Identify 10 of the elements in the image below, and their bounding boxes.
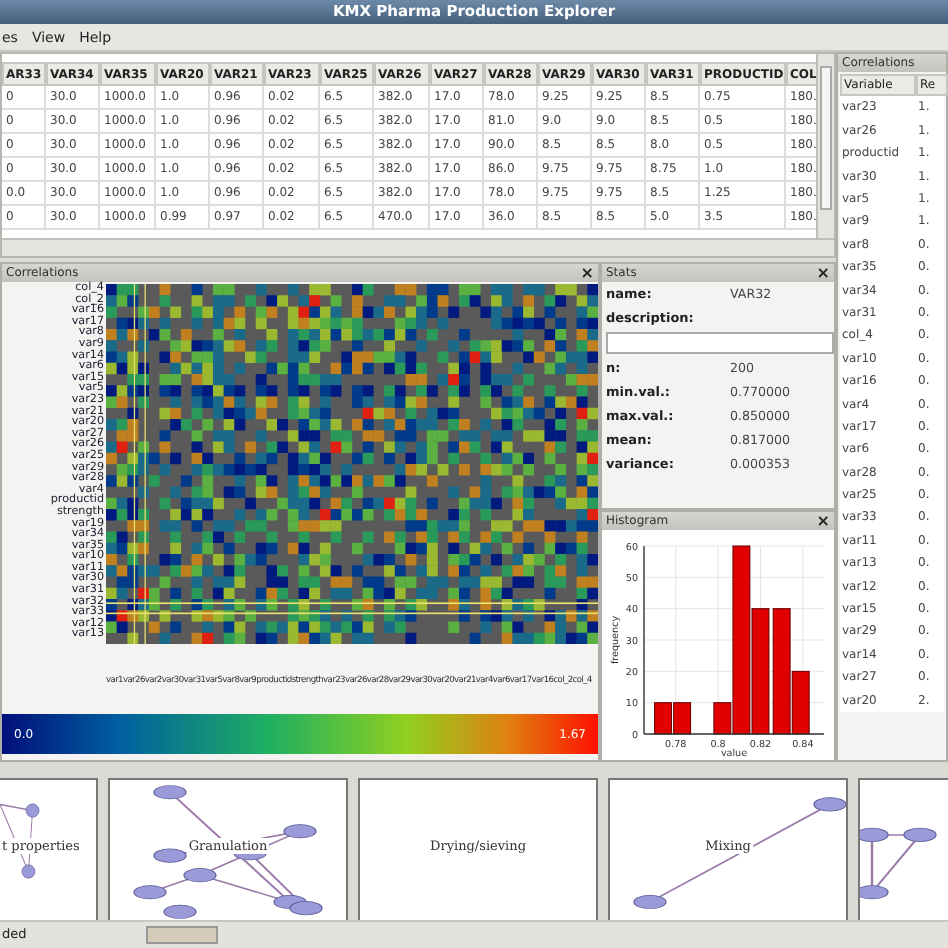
close-button[interactable]: × (816, 265, 830, 282)
description-field[interactable] (606, 332, 834, 355)
close-button[interactable]: × (580, 265, 594, 282)
histogram-bar (673, 702, 692, 735)
histogram-bar (654, 702, 673, 735)
close-button[interactable]: × (816, 513, 830, 530)
network-drawing (860, 827, 937, 900)
scrollbar[interactable] (2, 238, 834, 257)
scrollbar-thumb[interactable] (146, 925, 219, 944)
scrollbar[interactable] (816, 54, 834, 243)
